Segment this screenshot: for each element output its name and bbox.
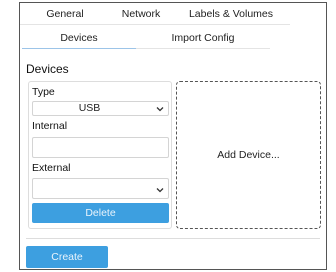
tab-devices-label: Devices (60, 32, 98, 44)
create-button[interactable]: Create (26, 246, 108, 268)
chevron-down-icon (156, 107, 164, 112)
delete-device-button[interactable]: Delete (32, 203, 169, 223)
add-device-label: Add Device... (217, 149, 280, 161)
section-title: Devices (26, 62, 69, 76)
create-container-dialog: General Network Labels & Volumes Devices… (19, 2, 327, 270)
tab-bar-primary: General Network Labels & Volumes (20, 5, 326, 25)
chevron-down-icon (156, 188, 164, 193)
add-device-button[interactable]: Add Device... (176, 81, 321, 229)
divider (26, 238, 320, 239)
tab-import-config-label: Import Config (171, 32, 235, 44)
device-card: Type USB Internal External Delete (28, 81, 172, 229)
external-select[interactable] (32, 178, 169, 199)
tab-labels-volumes-label: Labels & Volumes (188, 8, 274, 20)
type-select[interactable]: USB (32, 101, 169, 116)
tab-general-label: General (46, 8, 84, 20)
tab-bar-secondary: Devices Import Config (20, 29, 326, 49)
type-label: Type (32, 86, 55, 98)
external-label: External (32, 162, 71, 174)
internal-label: Internal (32, 120, 68, 132)
internal-input[interactable] (32, 137, 169, 158)
tab-general[interactable]: General (20, 5, 110, 25)
tab-network[interactable]: Network (110, 5, 172, 25)
type-select-value: USB (78, 102, 101, 114)
tab-import-config[interactable]: Import Config (136, 29, 270, 49)
tab-labels-volumes[interactable]: Labels & Volumes (172, 5, 290, 25)
tab-network-label: Network (121, 8, 161, 20)
tab-devices[interactable]: Devices (22, 29, 136, 49)
